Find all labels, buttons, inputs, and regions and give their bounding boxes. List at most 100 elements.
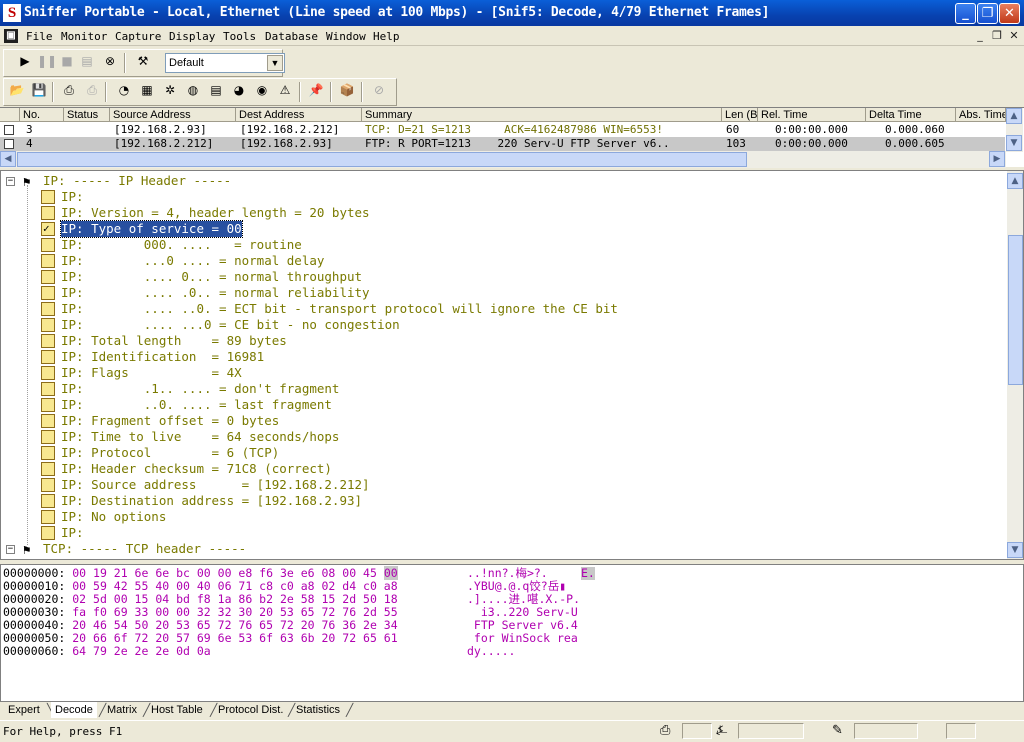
tab-matrix[interactable]: Matrix bbox=[103, 702, 141, 718]
ip-field-line[interactable]: IP: Version = 4, header length = 20 byte… bbox=[1, 205, 1001, 221]
ip-field-line[interactable]: IP: Fragment offset = 0 bytes bbox=[1, 413, 1001, 429]
ip-field-line[interactable]: IP: bbox=[1, 189, 1001, 205]
ip-header-node[interactable]: ⚑ IP: ----- IP Header ----- bbox=[1, 173, 1001, 189]
col-abs-time[interactable]: Abs. Time bbox=[956, 108, 1006, 122]
restore-button[interactable]: ❐ bbox=[977, 3, 998, 24]
menu-file[interactable]: File bbox=[26, 30, 53, 43]
menu-tools[interactable]: Tools bbox=[223, 30, 256, 43]
status-help-text: For Help, press F1 bbox=[3, 725, 123, 738]
mdi-minimize-icon[interactable]: _ bbox=[972, 29, 988, 43]
scroll-up-icon[interactable]: ▲ bbox=[1007, 173, 1023, 189]
col-source-address[interactable]: Source Address bbox=[110, 108, 236, 122]
packet-list: No. Status Source Address Dest Address S… bbox=[0, 107, 1024, 168]
tab-protocol-dist[interactable]: Protocol Dist. bbox=[214, 702, 287, 718]
print-icon[interactable]: ⎙ bbox=[60, 83, 78, 101]
col-summary[interactable]: Summary bbox=[362, 108, 722, 122]
capture-profile-select[interactable]: Default ▼ bbox=[165, 53, 285, 73]
stop-and-display-icon[interactable]: ▤ bbox=[78, 54, 96, 72]
col-rel-time[interactable]: Rel. Time bbox=[758, 108, 866, 122]
row-checkbox[interactable] bbox=[4, 125, 14, 135]
ip-field-line[interactable]: IP: No options bbox=[1, 509, 1001, 525]
stop-capture-icon[interactable]: ■ bbox=[58, 54, 76, 72]
ip-field-line[interactable]: IP: Source address = [192.168.2.212] bbox=[1, 477, 1001, 493]
host-table-icon[interactable]: ▦ bbox=[138, 83, 156, 101]
ip-field-line[interactable]: IP: Identification = 16981 bbox=[1, 349, 1001, 365]
col-dest-address[interactable]: Dest Address bbox=[236, 108, 362, 122]
tab-statistics[interactable]: Statistics bbox=[292, 702, 344, 718]
row-checkbox[interactable] bbox=[4, 139, 14, 149]
menu-monitor[interactable]: Monitor bbox=[61, 30, 107, 43]
application-response-time-icon[interactable]: ◍ bbox=[184, 83, 202, 101]
history-samples-icon[interactable]: ▤ bbox=[207, 83, 225, 101]
tcp-protocol-icon: ⚑ bbox=[23, 542, 31, 557]
tab-host-table[interactable]: Host Table bbox=[147, 702, 207, 718]
ip-field-line[interactable]: IP: Flags = 4X bbox=[1, 365, 1001, 381]
hex-dump-row[interactable]: 00000060: 64 79 2e 2e 2e 0d 0a dy..... bbox=[3, 645, 515, 658]
address-book-icon[interactable]: 📌 bbox=[307, 83, 325, 101]
minimize-button[interactable]: _ bbox=[955, 3, 976, 24]
ip-field-line[interactable]: IP: .... ...0 = CE bit - no congestion bbox=[1, 317, 1001, 333]
pause-capture-icon[interactable]: ❚❚ bbox=[37, 54, 57, 72]
mdi-restore-icon[interactable]: ❐ bbox=[989, 29, 1005, 43]
packet-generator-icon[interactable]: 📦 bbox=[338, 83, 356, 101]
document-system-menu-icon[interactable]: ▣ bbox=[4, 29, 18, 43]
sniffer-app-icon[interactable]: S bbox=[3, 4, 21, 22]
tab-expert[interactable]: Expert bbox=[4, 702, 44, 718]
menu-capture[interactable]: Capture bbox=[115, 30, 161, 43]
chevron-down-icon[interactable]: ▼ bbox=[267, 55, 283, 71]
tab-decode[interactable]: Decode bbox=[51, 702, 97, 718]
hex-bytes: 00 19 21 6e 6e bc 00 00 e8 f6 3e e6 08 0… bbox=[72, 566, 377, 580]
packet-row-selected[interactable]: 4 [192.168.2.212] [192.168.2.93] FTP: R … bbox=[0, 137, 1005, 151]
packet-row[interactable]: 3 [192.168.2.93] [192.168.2.212] TCP: D=… bbox=[0, 123, 1005, 137]
dashboard-icon[interactable]: ◔ bbox=[115, 83, 133, 101]
packet-list-hscrollbar[interactable]: ◀ ▶ bbox=[0, 151, 1006, 168]
ip-field-line[interactable]: IP: Protocol = 6 (TCP) bbox=[1, 445, 1001, 461]
ip-field-line[interactable]: IP: .... .0.. = normal reliability bbox=[1, 285, 1001, 301]
scroll-up-icon[interactable]: ▲ bbox=[1006, 108, 1022, 124]
print-setup-icon[interactable]: ⎙ bbox=[83, 83, 101, 101]
menu-database[interactable]: Database bbox=[265, 30, 318, 43]
ip-field-line[interactable]: IP: Header checksum = 71C8 (correct) bbox=[1, 461, 1001, 477]
scroll-down-icon[interactable]: ▼ bbox=[1006, 135, 1022, 151]
col-delta-time[interactable]: Delta Time bbox=[866, 108, 956, 122]
open-folder-icon[interactable]: 📂 bbox=[8, 83, 26, 101]
binoculars-icon[interactable]: ⊗ bbox=[101, 54, 119, 72]
mdi-close-icon[interactable]: ✕ bbox=[1006, 29, 1022, 43]
ip-field-line[interactable]: IP: .1.. .... = don't fragment bbox=[1, 381, 1001, 397]
packet-list-vscrollbar[interactable]: ▲ ▼ bbox=[1006, 108, 1023, 152]
start-capture-icon[interactable]: ▶ bbox=[16, 54, 34, 72]
save-icon[interactable]: 💾 bbox=[30, 83, 48, 101]
define-filter-icon[interactable]: ⚒ bbox=[134, 54, 152, 72]
tcp-header-node[interactable]: ⚑ TCP: ----- TCP header ----- bbox=[1, 541, 1001, 557]
scroll-left-icon[interactable]: ◀ bbox=[0, 151, 16, 167]
col-select[interactable] bbox=[0, 108, 20, 122]
matrix-icon[interactable]: ✲ bbox=[161, 83, 179, 101]
scroll-down-icon[interactable]: ▼ bbox=[1007, 542, 1023, 558]
scroll-thumb[interactable] bbox=[17, 152, 747, 167]
packet-delta-time: 0.000.060 bbox=[885, 123, 945, 136]
menu-window[interactable]: Window bbox=[326, 30, 366, 43]
decode-vscrollbar[interactable]: ▲ ▼ bbox=[1007, 171, 1023, 559]
col-no[interactable]: No. bbox=[20, 108, 64, 122]
alarm-log-icon[interactable]: ⚠ bbox=[276, 83, 294, 101]
ip-field-line[interactable]: IP: .... ..0. = ECT bit - transport prot… bbox=[1, 301, 1001, 317]
ip-field-line[interactable]: IP: .... 0... = normal throughput bbox=[1, 269, 1001, 285]
col-len[interactable]: Len (B bbox=[722, 108, 758, 122]
ip-field-line[interactable]: IP: Destination address = [192.168.2.93] bbox=[1, 493, 1001, 509]
global-statistics-icon[interactable]: ◉ bbox=[253, 83, 271, 101]
ip-field-line[interactable]: IP: 000. .... = routine bbox=[1, 237, 1001, 253]
ip-field-line[interactable]: IP: Total length = 89 bytes bbox=[1, 333, 1001, 349]
stop-icon[interactable]: ⊘ bbox=[370, 83, 388, 101]
close-button[interactable]: ✕ bbox=[999, 3, 1020, 24]
ip-field-line[interactable]: IP: bbox=[1, 525, 1001, 541]
menu-display[interactable]: Display bbox=[169, 30, 215, 43]
protocol-distribution-icon[interactable]: ◕ bbox=[230, 83, 248, 101]
ip-field-line[interactable]: IP: ...0 .... = normal delay bbox=[1, 253, 1001, 269]
ip-field-line[interactable]: IP: ..0. .... = last fragment bbox=[1, 397, 1001, 413]
ip-field-line[interactable]: IP: Type of service = 00 bbox=[1, 220, 1001, 238]
col-status[interactable]: Status bbox=[64, 108, 110, 122]
scroll-right-icon[interactable]: ▶ bbox=[989, 151, 1005, 167]
ip-field-line[interactable]: IP: Time to live = 64 seconds/hops bbox=[1, 429, 1001, 445]
scroll-thumb[interactable] bbox=[1008, 235, 1023, 385]
menu-help[interactable]: Help bbox=[373, 30, 400, 43]
